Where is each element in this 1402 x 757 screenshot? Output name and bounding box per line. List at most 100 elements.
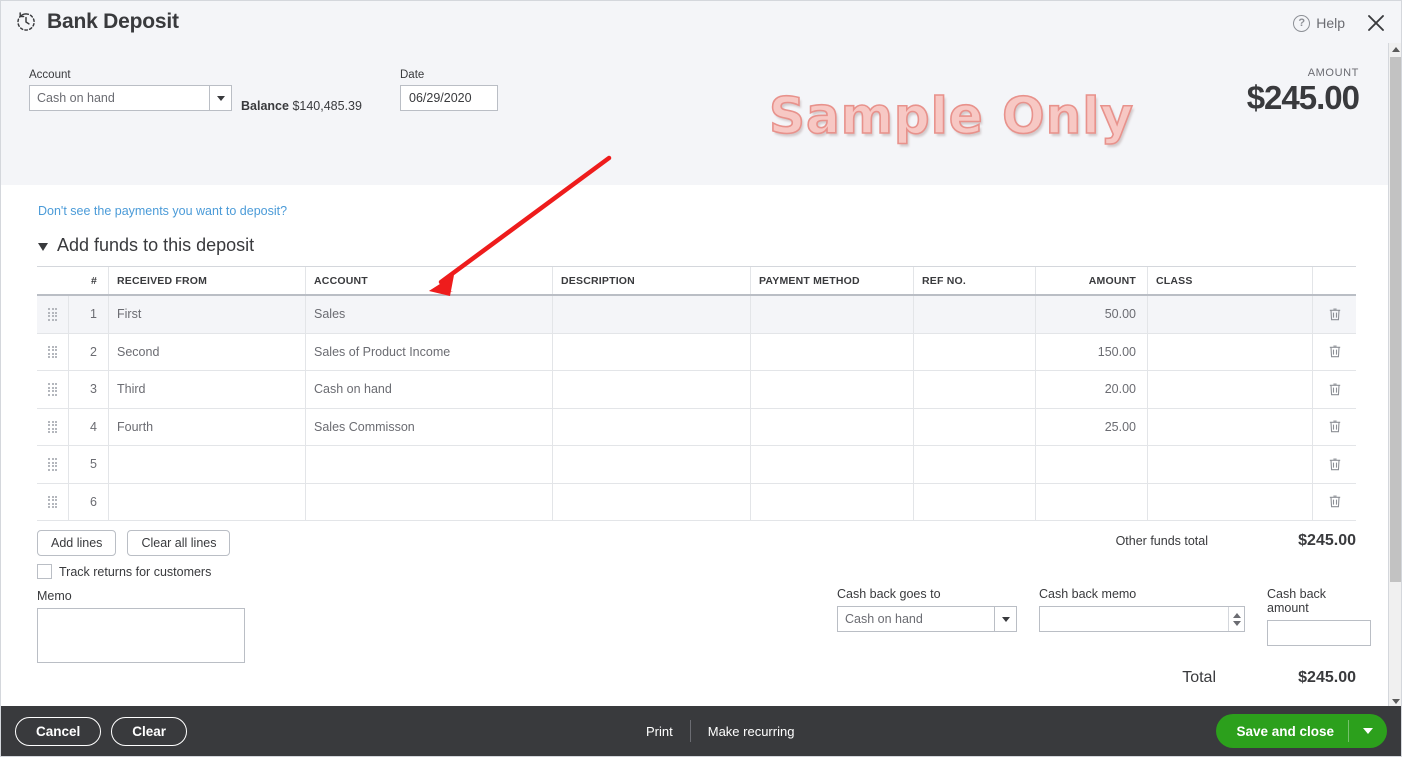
cell-description[interactable] xyxy=(553,483,751,520)
stepper-control[interactable] xyxy=(1228,607,1244,631)
cell-class[interactable] xyxy=(1148,483,1313,520)
cell-amount[interactable] xyxy=(1036,483,1148,520)
cell-received-from[interactable]: Second xyxy=(109,333,306,370)
chevron-down-icon[interactable] xyxy=(1349,728,1387,734)
cell-class[interactable] xyxy=(1148,446,1313,483)
cell-class[interactable] xyxy=(1148,333,1313,370)
cash-back-memo-label: Cash back memo xyxy=(1039,587,1137,601)
cell-account[interactable]: Sales of Product Income xyxy=(306,333,553,370)
cell-ref-no[interactable] xyxy=(914,296,1036,333)
chevron-down-icon[interactable] xyxy=(38,242,48,251)
drag-handle-icon[interactable] xyxy=(37,296,69,333)
delete-row-button[interactable] xyxy=(1313,334,1356,371)
cell-description[interactable] xyxy=(553,408,751,445)
cell-amount[interactable]: 20.00 xyxy=(1036,371,1148,408)
scroll-up-icon[interactable] xyxy=(1389,43,1401,56)
table-row[interactable]: 3 Third Cash on hand 20.00 xyxy=(37,371,1356,409)
cell-description[interactable] xyxy=(553,446,751,483)
account-select[interactable]: Cash on hand xyxy=(29,85,232,111)
cell-amount[interactable]: 50.00 xyxy=(1036,296,1148,333)
table-row[interactable]: 5 xyxy=(37,446,1356,484)
cell-payment-method[interactable] xyxy=(751,483,914,520)
other-funds-total-value: $245.00 xyxy=(1298,532,1356,549)
cell-account[interactable]: Cash on hand xyxy=(306,371,553,408)
other-funds-total: Other funds total $245.00 xyxy=(1116,532,1356,550)
footer-center-actions: Print Make recurring xyxy=(629,720,811,742)
row-number: 5 xyxy=(69,446,109,483)
delete-row-button[interactable] xyxy=(1313,446,1356,483)
cancel-button[interactable]: Cancel xyxy=(15,716,102,746)
make-recurring-button[interactable]: Make recurring xyxy=(691,724,812,739)
clear-all-lines-button[interactable]: Clear all lines xyxy=(127,530,231,556)
cell-payment-method[interactable] xyxy=(751,333,914,370)
drag-handle-icon[interactable] xyxy=(37,408,69,445)
cell-account[interactable]: Sales Commisson xyxy=(306,408,553,445)
row-number: 1 xyxy=(69,296,109,333)
cell-account[interactable]: Sales xyxy=(306,296,553,333)
print-button[interactable]: Print xyxy=(629,724,690,739)
cell-class[interactable] xyxy=(1148,296,1313,333)
cell-ref-no[interactable] xyxy=(914,371,1036,408)
delete-row-button[interactable] xyxy=(1313,409,1356,446)
cell-received-from[interactable] xyxy=(109,483,306,520)
close-icon[interactable] xyxy=(1363,10,1389,36)
missing-payments-link[interactable]: Don't see the payments you want to depos… xyxy=(38,204,287,218)
cell-payment-method[interactable] xyxy=(751,296,914,333)
cell-amount[interactable]: 25.00 xyxy=(1036,408,1148,445)
cell-received-from[interactable]: First xyxy=(109,296,306,333)
table-row[interactable]: 6 xyxy=(37,483,1356,521)
drag-handle-icon[interactable] xyxy=(37,371,69,408)
add-funds-section-header[interactable]: Add funds to this deposit xyxy=(38,235,254,256)
grid-header-handle xyxy=(37,267,69,294)
add-funds-section-label: Add funds to this deposit xyxy=(57,235,255,255)
cell-ref-no[interactable] xyxy=(914,446,1036,483)
cell-class[interactable] xyxy=(1148,371,1313,408)
cell-amount[interactable]: 150.00 xyxy=(1036,333,1148,370)
cell-ref-no[interactable] xyxy=(914,333,1036,370)
cell-description[interactable] xyxy=(553,371,751,408)
drag-handle-icon[interactable] xyxy=(37,446,69,483)
amount-value: $245.00 xyxy=(1246,79,1360,116)
cell-payment-method[interactable] xyxy=(751,408,914,445)
clear-button[interactable]: Clear xyxy=(111,716,188,746)
cash-back-memo-input[interactable] xyxy=(1040,607,1228,631)
cash-back-memo-group: Cash back memo xyxy=(1039,587,1245,646)
delete-row-button[interactable] xyxy=(1313,296,1356,333)
cash-back-goes-to-select[interactable]: Cash on hand xyxy=(837,606,1017,632)
table-row[interactable]: 2 Second Sales of Product Income 150.00 xyxy=(37,333,1356,371)
table-row[interactable]: 4 Fourth Sales Commisson 25.00 xyxy=(37,408,1356,446)
deposit-amount-summary: AMOUNT $245.00 xyxy=(1246,67,1360,116)
cell-received-from[interactable]: Fourth xyxy=(109,408,306,445)
delete-row-button[interactable] xyxy=(1313,484,1356,521)
cell-received-from[interactable]: Third xyxy=(109,371,306,408)
cell-description[interactable] xyxy=(553,333,751,370)
cash-back-amount-input[interactable] xyxy=(1267,620,1371,646)
cell-account[interactable] xyxy=(306,446,553,483)
drag-handle-icon[interactable] xyxy=(37,333,69,370)
cell-description[interactable] xyxy=(553,296,751,333)
add-lines-button[interactable]: Add lines xyxy=(37,530,117,556)
scrollbar-thumb[interactable] xyxy=(1390,57,1401,582)
chevron-down-icon[interactable] xyxy=(994,607,1016,631)
chevron-down-icon[interactable] xyxy=(209,86,231,110)
cell-amount[interactable] xyxy=(1036,446,1148,483)
drag-handle-icon[interactable] xyxy=(37,483,69,520)
cell-ref-no[interactable] xyxy=(914,408,1036,445)
memo-input[interactable] xyxy=(37,608,245,663)
grand-total-row: Total $245.00 xyxy=(1182,669,1356,687)
track-returns-checkbox[interactable] xyxy=(37,564,52,579)
stepper-up-icon[interactable] xyxy=(1232,612,1241,618)
cell-received-from[interactable] xyxy=(109,446,306,483)
help-button[interactable]: ? Help xyxy=(1293,14,1345,32)
save-and-close-button[interactable]: Save and close xyxy=(1216,714,1387,748)
vertical-scrollbar[interactable] xyxy=(1388,43,1401,708)
delete-row-button[interactable] xyxy=(1313,371,1356,408)
cell-class[interactable] xyxy=(1148,408,1313,445)
table-row[interactable]: 1 First Sales 50.00 xyxy=(37,296,1356,334)
cell-payment-method[interactable] xyxy=(751,446,914,483)
cell-payment-method[interactable] xyxy=(751,371,914,408)
cell-account[interactable] xyxy=(306,483,553,520)
date-input[interactable]: 06/29/2020 xyxy=(400,85,498,111)
stepper-down-icon[interactable] xyxy=(1232,620,1241,626)
cell-ref-no[interactable] xyxy=(914,483,1036,520)
